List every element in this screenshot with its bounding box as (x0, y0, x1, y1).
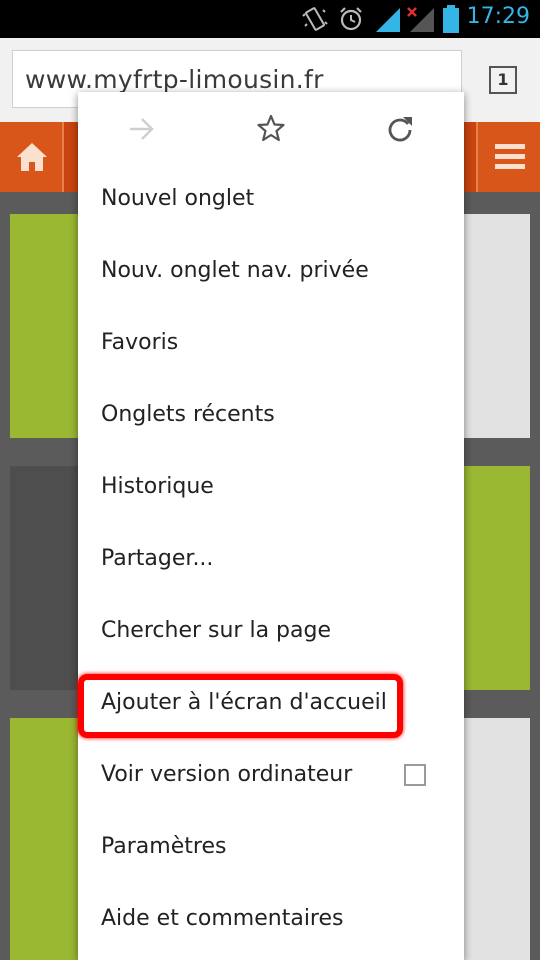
alarm-icon (340, 7, 362, 31)
menu-item-find-in-page[interactable]: Chercher sur la page (78, 596, 464, 668)
status-time: 17:29 (466, 4, 530, 29)
signal-icon (376, 8, 400, 32)
browser-menu: Nouvel onglet Nouv. onglet nav. privée F… (78, 92, 464, 960)
menu-item-label: Nouv. onglet nav. privée (101, 258, 369, 283)
reload-icon[interactable] (386, 114, 414, 142)
no-signal-icon (407, 7, 434, 32)
menu-item-settings[interactable]: Paramètres (78, 812, 464, 884)
menu-item-label: Historique (101, 474, 214, 499)
battery-icon (443, 5, 459, 33)
menu-item-label: Aide et commentaires (101, 906, 344, 931)
menu-item-recent-tabs[interactable]: Onglets récents (78, 380, 464, 452)
menu-item-label: Favoris (101, 330, 179, 355)
menu-item-new-tab[interactable]: Nouvel onglet (78, 164, 464, 236)
star-icon[interactable] (256, 114, 286, 142)
menu-item-request-desktop-site[interactable]: Voir version ordinateur (78, 740, 464, 812)
forward-icon[interactable] (128, 116, 156, 142)
menu-item-history[interactable]: Historique (78, 452, 464, 524)
tab-switcher-button[interactable]: 1 (489, 66, 517, 94)
menu-item-bookmarks[interactable]: Favoris (78, 308, 464, 380)
desktop-site-checkbox[interactable] (404, 764, 426, 786)
site-menu-button[interactable] (476, 122, 540, 192)
menu-item-label: Paramètres (101, 834, 227, 859)
highlight-box (78, 674, 403, 738)
site-home-button[interactable] (0, 122, 64, 192)
menu-item-label: Partager... (101, 546, 214, 571)
menu-item-share[interactable]: Partager... (78, 524, 464, 596)
menu-item-help-feedback[interactable]: Aide et commentaires (78, 884, 464, 956)
menu-item-label: Nouvel onglet (101, 186, 255, 211)
vibrate-icon (302, 7, 328, 31)
menu-item-label: Chercher sur la page (101, 618, 331, 643)
menu-item-label: Onglets récents (101, 402, 275, 427)
menu-toolbar (78, 92, 464, 164)
hamburger-icon (495, 144, 525, 169)
home-icon (17, 143, 47, 171)
url-text: www.myfrtp-limousin.fr (25, 65, 324, 94)
status-bar: 17:29 (0, 0, 540, 38)
menu-item-new-incognito-tab[interactable]: Nouv. onglet nav. privée (78, 236, 464, 308)
menu-item-label: Voir version ordinateur (101, 762, 353, 787)
